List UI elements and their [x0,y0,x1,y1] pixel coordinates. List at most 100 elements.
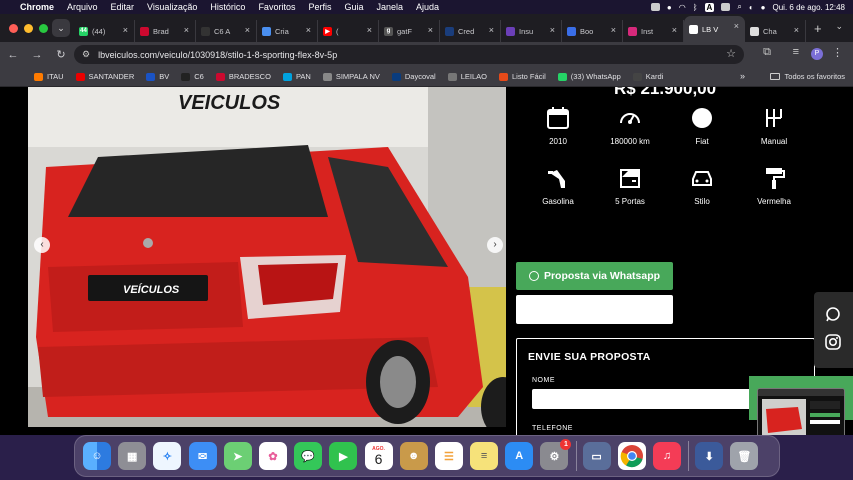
preview-icon[interactable]: ▭ [582,442,611,470]
search-icon[interactable]: ⌕ [737,2,741,12]
menu-item-guia[interactable]: Guia [344,2,363,12]
menu-item-arquivo[interactable]: Arquivo [67,2,98,12]
notes-icon[interactable]: ≡ [470,442,499,470]
back-button[interactable]: ← [2,49,24,61]
tab-overflow-chevron-icon[interactable]: ⌄ [835,21,843,32]
bookmark-item[interactable]: C6 [181,72,204,81]
whatsapp-icon[interactable] [825,306,841,322]
browser-tab[interactable]: Cha × [745,20,806,42]
safari-icon[interactable]: ✧ [153,442,182,470]
siri-icon[interactable]: ● [761,3,766,12]
menu-item-ajuda[interactable]: Ajuda [416,2,439,12]
instagram-icon[interactable] [825,334,841,350]
browser-tab[interactable]: g gatF × [379,20,440,42]
close-tab-icon[interactable]: × [672,25,677,35]
extensions-icon[interactable]: ⧉ [763,46,771,59]
browser-tab[interactable]: Cred × [440,20,501,42]
forward-button[interactable]: → [26,49,48,61]
close-tab-icon[interactable]: × [123,25,128,35]
maps-icon[interactable]: ➤ [223,442,252,470]
site-info-icon[interactable]: ⚙ [82,49,90,60]
minimize-window-button[interactable] [24,23,33,33]
bookmark-item[interactable]: SANTANDER [75,72,134,81]
close-tab-icon[interactable]: × [734,21,739,31]
whatsapp-proposal-button[interactable]: Proposta via Whatsapp [516,262,673,290]
chrome-menu-icon[interactable]: ⋮ [832,46,843,59]
menu-item-visualizacao[interactable]: Visualização [147,2,197,12]
browser-tab[interactable]: C6 A × [196,20,257,42]
bookmarks-overflow-button[interactable]: » [740,71,745,81]
control-center-icon[interactable]: ◐ [749,3,754,12]
facetime-icon[interactable]: ▶ [329,442,358,470]
bookmark-item[interactable]: LEILAO [447,72,487,81]
bookmark-star-icon[interactable]: ☆ [726,47,736,60]
bookmark-item[interactable]: PAN [282,72,311,81]
browser-tab[interactable]: Cria × [257,20,318,42]
system-settings-icon[interactable]: ⚙ 1 [540,439,572,470]
bookmark-item[interactable]: Listo Fácil [498,72,546,81]
bookmark-item[interactable]: Daycoval [391,72,436,81]
bookmark-item[interactable]: (33) WhatsApp [557,72,621,81]
close-tab-icon[interactable]: × [367,25,372,35]
close-tab-icon[interactable]: × [184,25,189,35]
music-icon[interactable]: ♫ [653,442,681,470]
chrome-icon[interactable] [617,442,646,470]
browser-tab[interactable]: Inst × [623,20,684,42]
url-text[interactable]: lbveiculos.com/veiculo/1030918/stilo-1-8… [98,50,337,60]
downloads-folder-icon[interactable]: ⬇ [695,442,724,470]
close-tab-icon[interactable]: × [794,25,799,35]
bookmark-item[interactable]: SIMPALA NV [322,72,380,81]
menu-item-perfis[interactable]: Perfis [308,2,331,12]
screen-record-icon[interactable] [650,3,660,11]
new-tab-button[interactable]: + [814,21,822,36]
close-tab-icon[interactable]: × [550,25,555,35]
trash-icon[interactable]: 🗑 [730,442,759,470]
battery-icon[interactable] [721,3,731,11]
chat-icon[interactable]: ● [667,3,672,12]
bluetooth-icon[interactable]: ᛒ [693,3,698,12]
zoom-window-button[interactable] [39,23,48,33]
browser-tab[interactable]: Brad × [135,20,196,42]
all-favorites-button[interactable]: Todos os favoritos [769,72,845,81]
reload-button[interactable]: ↻ [50,48,72,61]
menubar-clock[interactable]: Qui. 6 de ago. 12:48 [773,3,846,12]
browser-tab[interactable]: ▶ (× [318,20,379,42]
mail-icon[interactable]: ✉ [188,442,217,470]
wifi-icon[interactable]: ◠ [679,3,686,12]
menu-item-janela[interactable]: Janela [376,2,403,12]
messages-icon[interactable]: 💬 [294,442,323,470]
close-tab-icon[interactable]: × [245,25,250,35]
address-bar[interactable]: ⚙ lbveiculos.com/veiculo/1030918/stilo-1… [74,45,744,64]
reminders-icon[interactable]: ☰ [434,442,463,470]
close-window-button[interactable] [9,23,18,33]
browser-tab[interactable]: LB V × [684,16,745,42]
close-tab-icon[interactable]: × [428,25,433,35]
bookmark-item[interactable]: BRADESCO [215,72,271,81]
calendar-icon[interactable]: AGO. 6 [364,442,393,470]
menu-item-editar[interactable]: Editar [111,2,135,12]
close-tab-icon[interactable]: × [489,25,494,35]
browser-tab[interactable]: Boo × [562,20,623,42]
secondary-button[interactable] [516,295,673,324]
menu-item-favoritos[interactable]: Favoritos [258,2,295,12]
bookmark-item[interactable]: ITAU [34,72,64,81]
tab-search-button[interactable]: ⌄ [52,19,70,37]
menu-app-name[interactable]: Chrome [20,2,54,12]
close-tab-icon[interactable]: × [306,25,311,35]
browser-tab[interactable]: Insu × [501,20,562,42]
reading-list-icon[interactable]: ≡ [793,46,799,58]
profile-avatar[interactable]: P [811,48,823,60]
menu-item-historico[interactable]: Histórico [210,2,245,12]
screen-recording-thumbnail[interactable] [757,388,845,435]
input-source-icon[interactable]: A [704,2,715,12]
browser-tab[interactable]: 44 (44) × [74,20,135,42]
close-tab-icon[interactable]: × [611,25,616,35]
finder-icon[interactable]: ☺ [83,442,111,470]
photos-icon[interactable]: ✿ [258,442,287,470]
photo-next-button[interactable]: › [487,237,503,253]
launchpad-icon[interactable]: ▦ [118,442,147,470]
bookmark-item[interactable]: BV [146,72,169,81]
contacts-icon[interactable]: ☻ [399,442,428,470]
app-store-icon[interactable]: A [505,442,534,470]
photo-prev-button[interactable]: ‹ [34,237,50,253]
